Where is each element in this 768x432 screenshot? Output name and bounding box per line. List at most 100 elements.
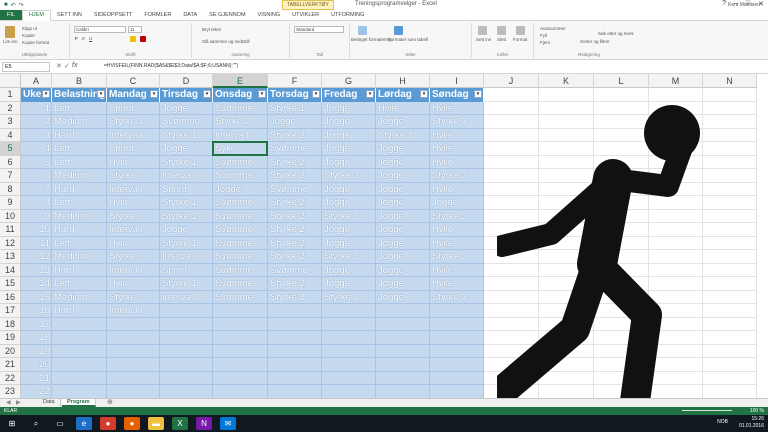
paste-icon[interactable] xyxy=(5,26,15,38)
find-select-button[interactable]: Søk etter og merk xyxy=(598,31,634,36)
table-cell[interactable]: Medium xyxy=(52,250,107,264)
table-cell[interactable]: 6 xyxy=(21,169,52,183)
table-cell[interactable]: Jogge xyxy=(322,142,376,156)
table-cell[interactable]: Sprint xyxy=(160,183,213,197)
sort-filter-button[interactable]: Sorter og filtrer xyxy=(580,39,610,44)
column-header-c[interactable]: C xyxy=(107,74,160,88)
worksheet-grid[interactable]: A B C D E F G H I J K L M N 1 2 3 4 5 6 7 8 9 10 11 12 13 14 15 16 17 1… xyxy=(0,74,768,398)
redo-icon[interactable]: ↷ xyxy=(19,2,24,9)
format-painter-button[interactable]: Kopier format xyxy=(22,40,49,45)
table-cell[interactable]: Jogge xyxy=(322,102,376,116)
onenote-icon[interactable]: N xyxy=(196,417,212,430)
table-cell[interactable]: Styrke 1 xyxy=(160,277,213,291)
table-cell[interactable] xyxy=(376,385,430,398)
table-header-0[interactable]: Uke ▾ xyxy=(21,88,52,102)
table-cell[interactable]: Jogge xyxy=(160,102,213,116)
save-icon[interactable]: ■ xyxy=(4,2,8,9)
table-cell[interactable] xyxy=(322,372,376,386)
table-cell[interactable]: Jogge xyxy=(322,277,376,291)
table-cell[interactable]: Hvile xyxy=(430,156,484,170)
table-cell[interactable]: Lett xyxy=(52,102,107,116)
table-cell[interactable]: 22 xyxy=(21,385,52,398)
table-cell[interactable]: Svømme xyxy=(213,210,268,224)
row-header-13[interactable]: 13 xyxy=(0,250,21,264)
row-header-21[interactable]: 21 xyxy=(0,358,21,372)
table-cell[interactable]: Styrke 2 xyxy=(268,291,322,305)
table-cell[interactable] xyxy=(213,385,268,398)
ribbon-tab-se-gjennom[interactable]: SE GJENNOM xyxy=(203,11,251,20)
table-cell[interactable]: Svømme xyxy=(160,115,213,129)
table-cell[interactable] xyxy=(430,331,484,345)
table-cell[interactable] xyxy=(322,331,376,345)
table-cell[interactable] xyxy=(213,345,268,359)
table-cell[interactable]: Sprint xyxy=(107,102,160,116)
user-name[interactable]: Kent Mathisen xyxy=(728,2,760,8)
row-header-9[interactable]: 9 xyxy=(0,196,21,210)
row-header-20[interactable]: 20 xyxy=(0,344,21,358)
table-cell[interactable]: Medium xyxy=(52,115,107,129)
table-cell[interactable]: Styrke 3 xyxy=(322,169,376,183)
table-cell[interactable]: Hvile xyxy=(430,223,484,237)
table-cell[interactable]: Svømme xyxy=(268,142,322,156)
table-cell[interactable]: 9 xyxy=(21,210,52,224)
delete-cells-icon[interactable] xyxy=(497,26,506,35)
table-cell[interactable]: Hvile xyxy=(430,129,484,143)
table-cell[interactable]: Intervall xyxy=(107,129,160,143)
ribbon-tab-formler[interactable]: FORMLER xyxy=(138,11,177,20)
table-cell[interactable]: 19 xyxy=(21,345,52,359)
table-cell[interactable]: Lett xyxy=(52,237,107,251)
table-cell[interactable]: 18 xyxy=(21,331,52,345)
table-cell[interactable]: Styrke xyxy=(107,250,160,264)
column-header-i[interactable]: I xyxy=(430,74,484,88)
table-cell[interactable] xyxy=(430,345,484,359)
table-cell[interactable]: Styrke 3 xyxy=(322,250,376,264)
table-cell[interactable] xyxy=(376,331,430,345)
format-as-table-icon[interactable] xyxy=(394,26,403,35)
row-header-17[interactable]: 17 xyxy=(0,304,21,318)
table-cell[interactable]: Intervall xyxy=(160,250,213,264)
table-cell[interactable] xyxy=(322,358,376,372)
table-header-2[interactable]: Mandag ▾ xyxy=(107,88,160,102)
column-header-h[interactable]: H xyxy=(376,74,430,88)
table-cell[interactable]: Hvile xyxy=(107,156,160,170)
table-cell[interactable]: Hvile xyxy=(430,237,484,251)
table-cell[interactable] xyxy=(107,318,160,332)
zoom-level[interactable]: 100 % xyxy=(750,408,764,414)
row-header-5[interactable]: 5 xyxy=(0,142,21,156)
table-cell[interactable]: Intervall xyxy=(213,129,268,143)
filter-dropdown-icon[interactable]: ▾ xyxy=(420,90,428,98)
insert-cells-button[interactable]: Sett inn xyxy=(476,37,491,42)
name-box[interactable]: E5 xyxy=(2,62,50,72)
chrome-icon[interactable]: ● xyxy=(100,417,116,430)
table-cell[interactable]: 1 xyxy=(21,102,52,116)
table-cell[interactable]: Styrke 2 xyxy=(268,169,322,183)
row-header-22[interactable]: 22 xyxy=(0,371,21,385)
table-cell[interactable]: Hvile xyxy=(430,102,484,116)
merge-center-button[interactable]: Slå sammen og midtstill xyxy=(202,39,250,44)
table-cell[interactable]: Lett xyxy=(52,142,107,156)
table-cell[interactable] xyxy=(52,331,107,345)
table-cell[interactable]: Jogge xyxy=(376,210,430,224)
table-cell[interactable]: Jogge xyxy=(376,264,430,278)
table-header-6[interactable]: Fredag ▾ xyxy=(322,88,376,102)
table-cell[interactable]: Jogge xyxy=(376,291,430,305)
table-cell[interactable]: Styrke 3 xyxy=(430,210,484,224)
table-header-1[interactable]: Belastning ▾ xyxy=(52,88,107,102)
table-cell[interactable] xyxy=(376,304,430,318)
select-all-corner[interactable] xyxy=(0,74,21,88)
table-cell[interactable]: Jogge xyxy=(322,264,376,278)
italic-button[interactable]: K xyxy=(82,36,85,41)
table-cell[interactable] xyxy=(107,345,160,359)
table-cell[interactable]: Jogge xyxy=(430,196,484,210)
table-cell[interactable] xyxy=(322,345,376,359)
table-cell[interactable]: Styrke 2 xyxy=(268,210,322,224)
row-header-1[interactable]: 1 xyxy=(0,88,21,102)
table-cell[interactable]: Hard xyxy=(52,223,107,237)
table-cell[interactable]: Jogge xyxy=(322,115,376,129)
table-cell[interactable]: Sprint xyxy=(160,264,213,278)
sheet-prev-icon[interactable]: ◀ xyxy=(6,399,11,406)
table-cell[interactable]: Styrke 1 xyxy=(268,102,322,116)
mail-icon[interactable]: ✉ xyxy=(220,417,236,430)
table-cell[interactable]: Svømme xyxy=(213,102,268,116)
table-cell[interactable] xyxy=(107,331,160,345)
